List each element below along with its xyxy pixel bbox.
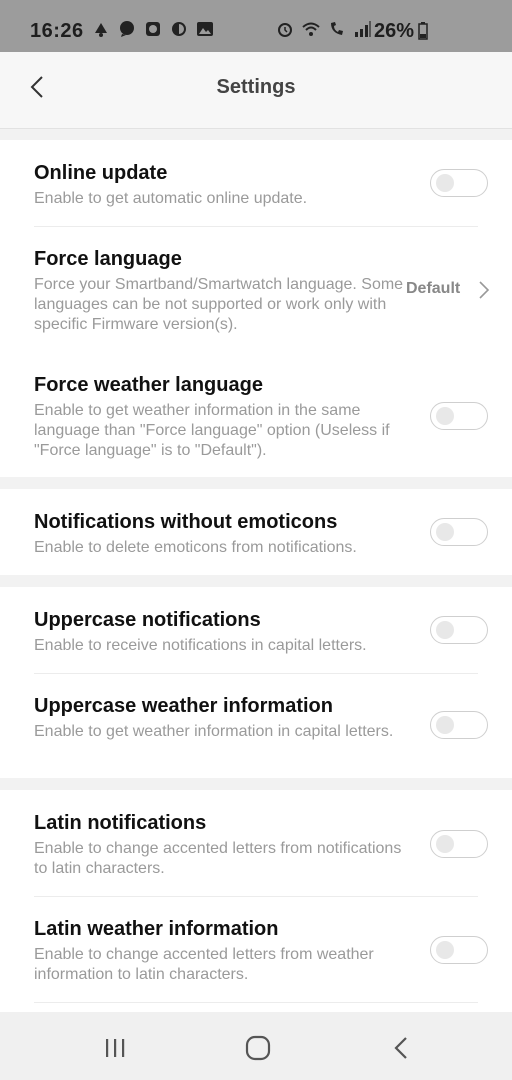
- status-left-icons: [92, 20, 214, 38]
- settings-group-uppercase: Uppercase notifications Enable to receiv…: [0, 587, 512, 778]
- back-icon[interactable]: [386, 1032, 418, 1064]
- setting-description: Enable to change accented letters from n…: [34, 840, 402, 877]
- latin-weather-information-toggle[interactable]: [430, 936, 488, 964]
- setting-latin-notifications[interactable]: Latin notifications Enable to change acc…: [0, 790, 512, 896]
- battery-icon: [418, 22, 428, 40]
- status-time: 16:26: [30, 20, 84, 42]
- setting-force-language[interactable]: Force language Force your Smartband/Smar…: [0, 226, 512, 356]
- app-header: Settings: [0, 52, 512, 129]
- force-language-value: Default: [406, 280, 461, 297]
- setting-online-update[interactable]: Online update Enable to get automatic on…: [0, 140, 512, 226]
- setting-title: Online update: [34, 162, 168, 184]
- setting-description: Enable to get weather information in cap…: [34, 723, 394, 740]
- uppercase-weather-information-toggle[interactable]: [430, 711, 488, 739]
- setting-description: Force your Smartband/Smartwatch language…: [34, 276, 404, 333]
- page-title: Settings: [216, 76, 296, 98]
- setting-title: Notifications without emoticons: [34, 511, 338, 533]
- gallery-icon: [197, 22, 213, 36]
- force-weather-language-toggle[interactable]: [430, 402, 488, 430]
- latin-notifications-toggle[interactable]: [430, 830, 488, 858]
- setting-description: Enable to get automatic online update.: [34, 190, 308, 207]
- notification-icon: [95, 23, 107, 37]
- system-nav-bar: [0, 1012, 512, 1080]
- settings-group-emoticons: Notifications without emoticons Enable t…: [0, 489, 512, 575]
- setting-latin-weather-information[interactable]: Latin weather information Enable to chan…: [0, 896, 512, 1002]
- setting-uppercase-notifications[interactable]: Uppercase notifications Enable to receiv…: [0, 587, 512, 673]
- setting-description: Enable to change accented letters from w…: [34, 946, 374, 983]
- call-signal-icon: [331, 22, 343, 35]
- setting-force-weather-language[interactable]: Force weather language Enable to get wea…: [0, 356, 512, 477]
- setting-description: Enable to delete emoticons from notifica…: [34, 539, 357, 556]
- wifi-icon: [302, 22, 320, 36]
- setting-title: Latin notifications: [34, 812, 207, 834]
- setting-description: Enable to get weather information in the…: [34, 402, 390, 459]
- status-right-icons: [276, 20, 372, 38]
- setting-title: Uppercase notifications: [34, 609, 261, 631]
- signal-icon: [355, 21, 371, 37]
- status-bar: 16:26 26%: [0, 0, 512, 52]
- clock-app-icon: [146, 22, 160, 36]
- settings-group-latin: Latin notifications Enable to change acc…: [0, 790, 512, 1012]
- shield-icon: [172, 22, 186, 36]
- setting-title: Uppercase weather information: [34, 695, 333, 717]
- online-update-toggle[interactable]: [430, 169, 488, 197]
- setting-uppercase-weather-information[interactable]: Uppercase weather information Enable to …: [0, 673, 512, 778]
- uppercase-notifications-toggle[interactable]: [430, 616, 488, 644]
- alarm-icon: [278, 23, 292, 37]
- setting-notifications-without-emoticons[interactable]: Notifications without emoticons Enable t…: [0, 489, 512, 575]
- setting-title: Force language: [34, 248, 182, 270]
- settings-group-general: Online update Enable to get automatic on…: [0, 140, 512, 477]
- divider: [34, 1002, 478, 1003]
- notifications-without-emoticons-toggle[interactable]: [430, 518, 488, 546]
- setting-description: Enable to receive notifications in capit…: [34, 637, 367, 654]
- setting-title: Force weather language: [34, 374, 263, 396]
- setting-title: Latin weather information: [34, 918, 279, 940]
- chat-icon: [120, 21, 134, 37]
- recents-icon[interactable]: [99, 1032, 131, 1064]
- home-icon[interactable]: [242, 1032, 274, 1064]
- chevron-right-icon: [479, 281, 490, 299]
- battery-percent: 26%: [374, 20, 415, 42]
